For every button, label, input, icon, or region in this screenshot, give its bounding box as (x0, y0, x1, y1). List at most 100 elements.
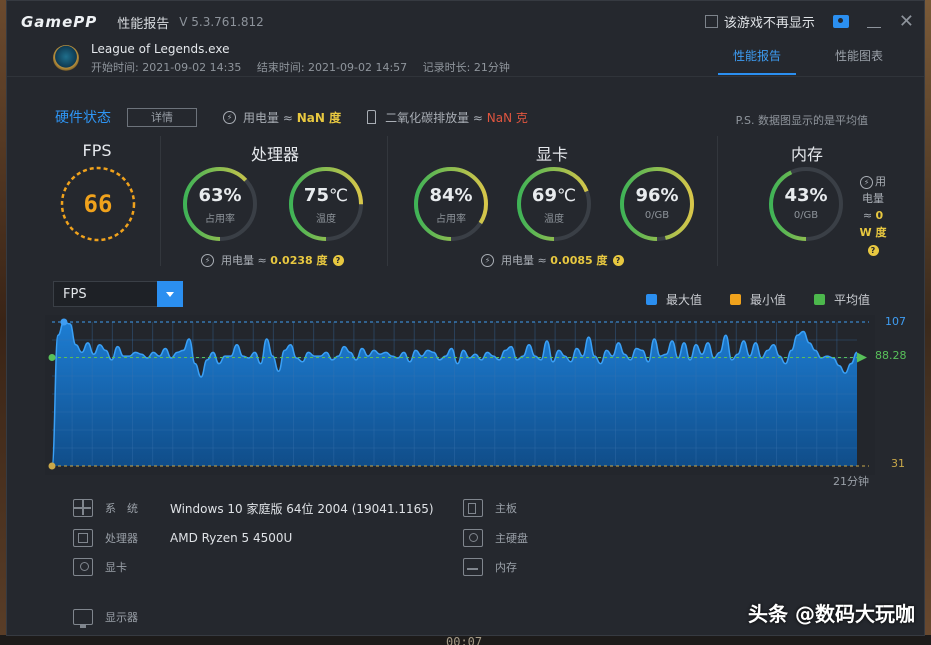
close-button[interactable]: ✕ (899, 12, 914, 30)
gpu-temp-label: 温度 (544, 214, 564, 225)
memory-power-line2: 电量 (862, 192, 884, 205)
legend-swatch (813, 294, 825, 305)
total-power: ⚡ 用电量 ≈ NaN 度 (223, 109, 341, 126)
cpu-temp-number: 75 (303, 185, 329, 206)
gpu-power-value: 0.0085 度 (550, 254, 608, 267)
gpu-panel-title: 显卡 (535, 145, 568, 164)
system-os-row: 系 统 Windows 10 家庭版 64位 2004 (19041.1165) (73, 499, 434, 517)
legend-avg-label: 平均值 (833, 293, 870, 307)
system-ram-row: 内存 (463, 558, 560, 576)
watermark: 头条 @数码大玩咖 (748, 602, 915, 626)
header-divider (7, 76, 924, 77)
average-note: P.S. 数据图显示的是平均值 (735, 114, 868, 127)
gamepp-logo: GamePP (21, 13, 98, 31)
avg-start-marker (48, 353, 56, 361)
camera-icon[interactable] (832, 15, 849, 28)
tab-performance-report[interactable]: 性能报告 (718, 47, 796, 75)
league-of-legends-icon (53, 45, 79, 71)
memory-usage-gauge: 43% 0/GB (767, 165, 845, 243)
memory-power-unit: W 度 (859, 226, 887, 239)
title-bar[interactable]: GamePP 性能报告 V 5.3.761.812 该游戏不再显示 ✕ (7, 1, 924, 43)
fps-panel-title: FPS (82, 141, 112, 160)
x-axis-end-label: 21分钟 (833, 475, 869, 488)
chart-legend: 最大值 最小值 平均值 (645, 291, 870, 308)
gpu-power: ⚡ 用电量 ≈ 0.0085 度 ? (481, 252, 624, 268)
legend-max-label: 最大值 (665, 293, 702, 307)
details-button[interactable]: 详情 (127, 107, 197, 127)
cpu-panel-title: 处理器 (250, 145, 299, 164)
system-ram-label: 内存 (495, 561, 517, 574)
system-monitor-label: 显示器 (105, 611, 138, 624)
co2-label: 二氧化碳排放量 ≈ (385, 110, 483, 125)
legend-swatch (645, 294, 657, 305)
cpu-chip-icon (73, 529, 93, 547)
fps-average-value: 66 (83, 190, 113, 218)
min-point-marker (48, 462, 56, 470)
tab-performance-chart[interactable]: 性能图表 (820, 47, 898, 75)
gpu-usage-label: 占用率 (436, 214, 466, 225)
chevron-down-icon[interactable] (157, 281, 183, 307)
checkbox-box[interactable] (704, 15, 718, 28)
cpu-temp-label: 温度 (316, 214, 336, 225)
lightning-icon: ⚡ (223, 110, 236, 124)
fps-gauge: 66 (59, 165, 137, 243)
cpu-usage-label: 占用率 (205, 214, 235, 225)
memory-power-value: 0 (875, 209, 884, 222)
memory-power: ⚡ 用 电量 ≈ 0 W 度 ? (853, 173, 893, 258)
hardware-status-row: 硬件状态 详情 ⚡ 用电量 ≈ NaN 度 二氧化碳排放量 ≈ NaN 克 (55, 107, 528, 127)
co2-emission: 二氧化碳排放量 ≈ NaN 克 (367, 109, 528, 126)
system-monitor-row: 显示器 (73, 609, 170, 628)
gpu-vram-gauge: 96% 0/GB (618, 165, 696, 243)
cpu-power-value: 0.0238 度 (270, 254, 328, 267)
cpu-usage-value: 63% (198, 185, 242, 206)
start-time: 开始时间: 2021-09-02 14:35 (91, 61, 242, 74)
system-disk-label: 主硬盘 (495, 532, 528, 545)
max-point-marker (60, 318, 68, 326)
monitor-icon (73, 609, 93, 628)
help-icon[interactable]: ? (867, 245, 879, 256)
minimize-button[interactable] (866, 15, 881, 29)
motherboard-icon (463, 499, 483, 517)
record-duration: 记录时长: 21分钟 (422, 61, 510, 74)
memory-panel-title: 内存 (790, 145, 823, 164)
system-disk-row: 主硬盘 (463, 529, 560, 547)
lightning-icon: ⚡ (201, 253, 214, 267)
gpu-vram-label: 0/GB (644, 210, 670, 221)
help-icon[interactable]: ? (612, 254, 624, 266)
co2-value: NaN 克 (486, 110, 528, 125)
gpu-usage-value: 84% (429, 185, 473, 206)
legend-swatch (729, 294, 741, 305)
cpu-temp-unit: ℃ (328, 186, 349, 206)
gpu-temp-unit: ℃ (556, 186, 577, 206)
window-title: 性能报告 (117, 16, 170, 32)
system-cpu-row: 处理器 AMD Ryzen 5 4500U (73, 529, 292, 547)
session-meta: 开始时间: 2021-09-02 14:35 结束时间: 2021-09-02 … (91, 59, 522, 75)
cpu-power-label: 用电量 ≈ (221, 254, 267, 267)
memory-power-line1: 用 (875, 175, 886, 188)
panel-divider (160, 136, 161, 266)
version-label: V 5.3.761.812 (179, 15, 264, 29)
background-game-timer: 00:07 (446, 635, 483, 645)
help-icon[interactable]: ? (332, 254, 344, 266)
system-board-label: 主板 (495, 502, 517, 515)
lightning-icon: ⚡ (860, 176, 873, 189)
game-exe-name: League of Legends.exe (91, 42, 230, 56)
metric-select-value: FPS (63, 287, 87, 302)
memory-power-line3: ≈ (862, 209, 873, 222)
title-bar-controls: 该游戏不再显示 ✕ (704, 12, 914, 31)
system-gpu-row: 显卡 (73, 558, 170, 576)
fps-area-chart[interactable] (45, 315, 875, 475)
windows-icon (73, 499, 93, 517)
hide-game-checkbox[interactable]: 该游戏不再显示 (704, 12, 815, 31)
max-value-label: 107 (885, 315, 906, 328)
system-board-row: 主板 (463, 499, 560, 517)
wallpaper-right-edge (925, 0, 931, 645)
panel-divider (717, 136, 718, 266)
system-os-label: 系 统 (105, 502, 138, 515)
hardware-status-title: 硬件状态 (55, 110, 111, 126)
report-tabs: 性能报告 性能图表 (718, 47, 898, 75)
lightning-icon: ⚡ (481, 253, 494, 267)
metric-select[interactable]: FPS (53, 281, 183, 307)
gpu-vram-value: 96% (635, 185, 679, 206)
bottle-icon (367, 110, 377, 124)
